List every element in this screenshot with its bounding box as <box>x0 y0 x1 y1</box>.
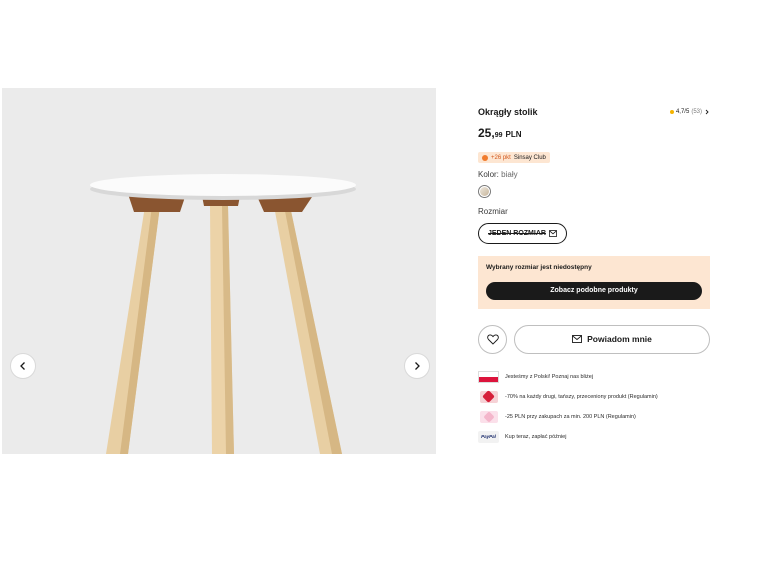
chevron-left-icon <box>20 362 25 370</box>
price-decimal: 99 <box>494 132 503 139</box>
rating-link[interactable]: 4,7/5 (53) <box>669 109 710 115</box>
size-option-button[interactable]: JEDEN ROZMIAR <box>478 222 567 244</box>
price-currency: PLN <box>505 130 522 139</box>
feature-text: -25 PLN przy zakupach za min. 200 PLN (R… <box>505 413 636 420</box>
product-info-panel: Okrągły stolik 4,7/5 (53) 25, 99 PLN +26 p… <box>478 104 710 447</box>
see-similar-products-button[interactable]: Zobacz podobne produkty <box>486 281 702 300</box>
club-points-badge: +26 pkt Sinsay Club <box>478 152 550 163</box>
product-gallery <box>2 88 436 454</box>
poland-flag-icon <box>478 370 499 383</box>
size-option-label: JEDEN ROZMIAR <box>488 229 546 237</box>
size-label: Rozmiar <box>478 206 508 216</box>
heart-icon <box>486 334 499 345</box>
paypal-icon: PayPal <box>478 430 499 443</box>
mail-icon <box>549 229 557 237</box>
swatch-fill <box>480 186 489 196</box>
size-unavailable-notice: Wybrany rozmiar jest niedostępny Zobacz … <box>478 255 710 309</box>
voucher-tag-icon <box>479 410 498 423</box>
notify-me-label: Powiadom mnie <box>587 334 652 344</box>
product-price: 25, 99 PLN <box>478 126 710 142</box>
club-name: Sinsay Club <box>513 154 546 161</box>
chevron-right-icon <box>415 362 420 370</box>
feature-text: -70% na każdy drugi, tańszy, przeceniony… <box>505 393 658 400</box>
feature-item[interactable]: PayPal Kup teraz, zapłać później <box>478 427 710 447</box>
features-list: Jesteśmy z Polski! Poznaj nas bliżej -70… <box>478 367 710 447</box>
feature-item[interactable]: -25 PLN przy zakupach za min. 200 PLN (R… <box>478 407 710 427</box>
mail-icon <box>572 335 583 343</box>
unavailable-message: Wybrany rozmiar jest niedostępny <box>486 263 592 271</box>
product-title: Okrągły stolik <box>478 107 538 117</box>
rating-value: 4,7/5 <box>675 109 690 115</box>
notify-me-button[interactable]: Powiadom mnie <box>514 324 710 354</box>
wishlist-button[interactable] <box>478 324 507 354</box>
product-photo <box>2 88 436 454</box>
club-points: +26 pkt <box>491 154 511 161</box>
gallery-prev-button[interactable] <box>10 353 36 379</box>
discount-tag-icon <box>479 390 498 403</box>
color-label-text: Kolor: <box>478 169 499 179</box>
feature-text: Jesteśmy z Polski! Poznaj nas bliżej <box>505 373 594 380</box>
color-label: Kolor: biały <box>478 170 710 181</box>
feature-text: Kup teraz, zapłać później <box>505 433 567 440</box>
club-icon <box>482 154 488 161</box>
chevron-right-icon <box>705 109 709 115</box>
color-swatch-white[interactable] <box>478 184 491 198</box>
feature-item[interactable]: -70% na każdy drugi, tańszy, przeceniony… <box>478 387 710 407</box>
feature-item[interactable]: Jesteśmy z Polski! Poznaj nas bliżej <box>478 367 710 387</box>
star-icon <box>669 110 674 114</box>
product-actions: Powiadom mnie <box>478 324 710 354</box>
color-value: biały <box>501 169 518 179</box>
gallery-next-button[interactable] <box>404 353 430 379</box>
title-row: Okrągły stolik 4,7/5 (53) <box>478 104 710 120</box>
rating-count: (53) <box>691 109 702 115</box>
price-integer: 25, <box>478 126 495 140</box>
